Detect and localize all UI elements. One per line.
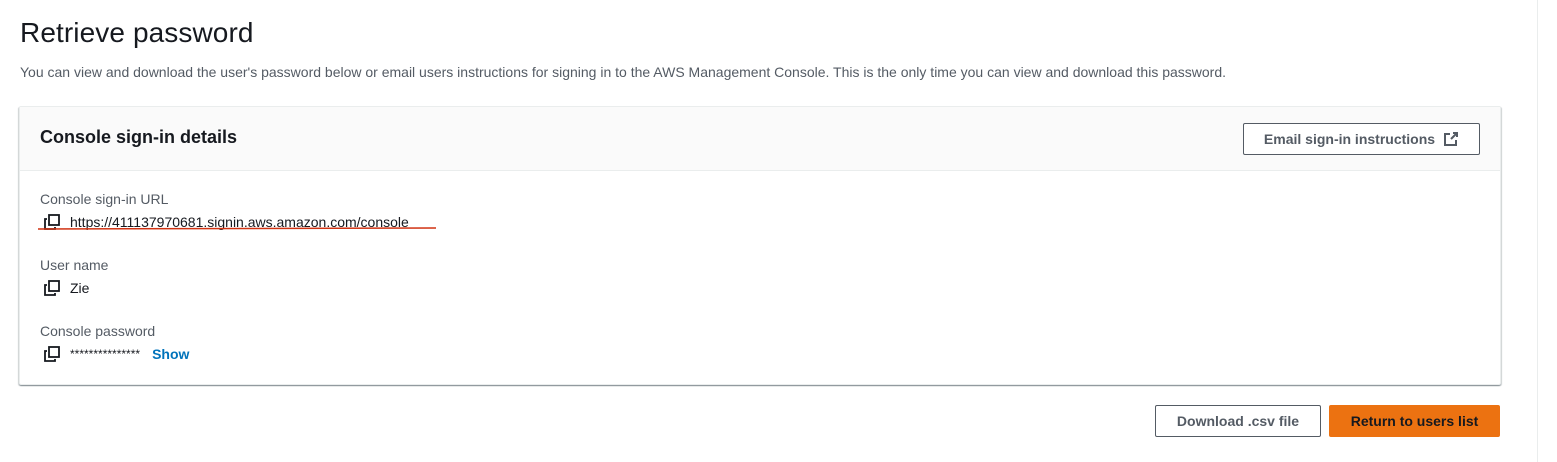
return-to-users-list-button[interactable]: Return to users list <box>1329 405 1500 437</box>
external-link-icon <box>1444 132 1459 146</box>
password-value: *************** <box>70 347 141 361</box>
retrieve-password-page: Retrieve password You can view and downl… <box>0 0 1557 462</box>
copy-icon[interactable] <box>44 346 60 362</box>
password-row: *************** Show <box>44 346 189 362</box>
download-csv-button[interactable]: Download .csv file <box>1155 405 1321 437</box>
red-annotation-underline <box>38 227 436 230</box>
console-url-label: Console sign-in URL <box>40 191 169 207</box>
panel-header: Console sign-in details Email sign-in in… <box>20 107 1500 171</box>
page-description: You can view and download the user's pas… <box>20 64 1227 80</box>
panel-title: Console sign-in details <box>40 127 238 147</box>
page-right-border <box>1537 0 1538 462</box>
console-sign-in-panel: Console sign-in details Email sign-in in… <box>19 106 1501 385</box>
email-sign-in-instructions-button[interactable]: Email sign-in instructions <box>1243 123 1480 155</box>
username-label: User name <box>40 257 109 273</box>
email-button-label: Email sign-in instructions <box>1263 131 1436 147</box>
copy-icon[interactable] <box>44 280 60 296</box>
page-title: Retrieve password <box>20 17 254 48</box>
username-row: Zie <box>44 280 89 296</box>
show-password-link[interactable]: Show <box>152 346 189 362</box>
username-value: Zie <box>70 280 90 296</box>
password-label: Console password <box>40 323 156 339</box>
